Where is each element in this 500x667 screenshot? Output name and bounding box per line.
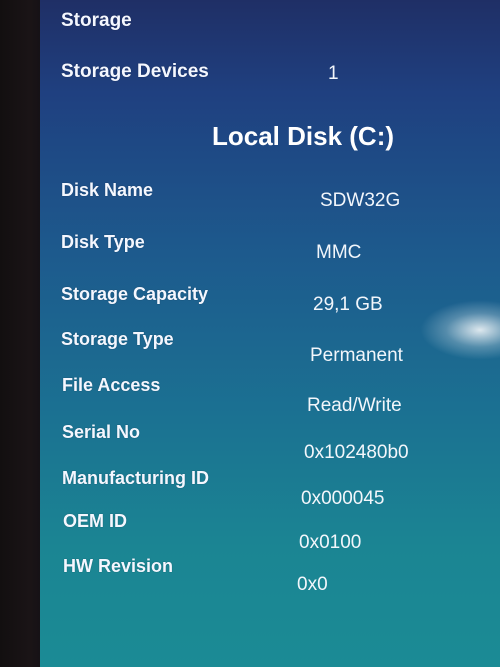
storage-info-screen: Storage Storage Devices 1 Local Disk (C:… xyxy=(40,0,500,667)
storage-capacity-label: Storage Capacity xyxy=(61,284,209,304)
oem-id-label: OEM ID xyxy=(63,511,128,531)
disk-type-label: Disk Type xyxy=(61,232,145,252)
storage-devices-value: 1 xyxy=(328,63,339,84)
file-access-value: Read/Write xyxy=(307,395,402,416)
serial-no-label: Serial No xyxy=(62,422,141,442)
hw-revision-value: 0x0 xyxy=(297,574,328,595)
file-access-label: File Access xyxy=(62,375,161,395)
hw-revision-label: HW Revision xyxy=(63,556,174,576)
storage-capacity-value: 29,1 GB xyxy=(313,294,383,315)
disk-name-label: Disk Name xyxy=(61,180,154,200)
serial-no-value: 0x102480b0 xyxy=(304,442,409,463)
storage-type-value: Permanent xyxy=(310,345,403,366)
section-title: Storage xyxy=(61,10,132,31)
disk-type-value: MMC xyxy=(316,242,362,263)
disk-heading: Local Disk (C:) xyxy=(212,121,395,151)
storage-type-label: Storage Type xyxy=(61,329,174,349)
manufacturing-id-value: 0x000045 xyxy=(301,488,385,509)
disk-name-value: SDW32G xyxy=(320,190,401,211)
screen-glare xyxy=(420,300,500,360)
storage-devices-label: Storage Devices xyxy=(61,61,209,82)
oem-id-value: 0x0100 xyxy=(299,532,362,553)
manufacturing-id-label: Manufacturing ID xyxy=(62,468,209,488)
